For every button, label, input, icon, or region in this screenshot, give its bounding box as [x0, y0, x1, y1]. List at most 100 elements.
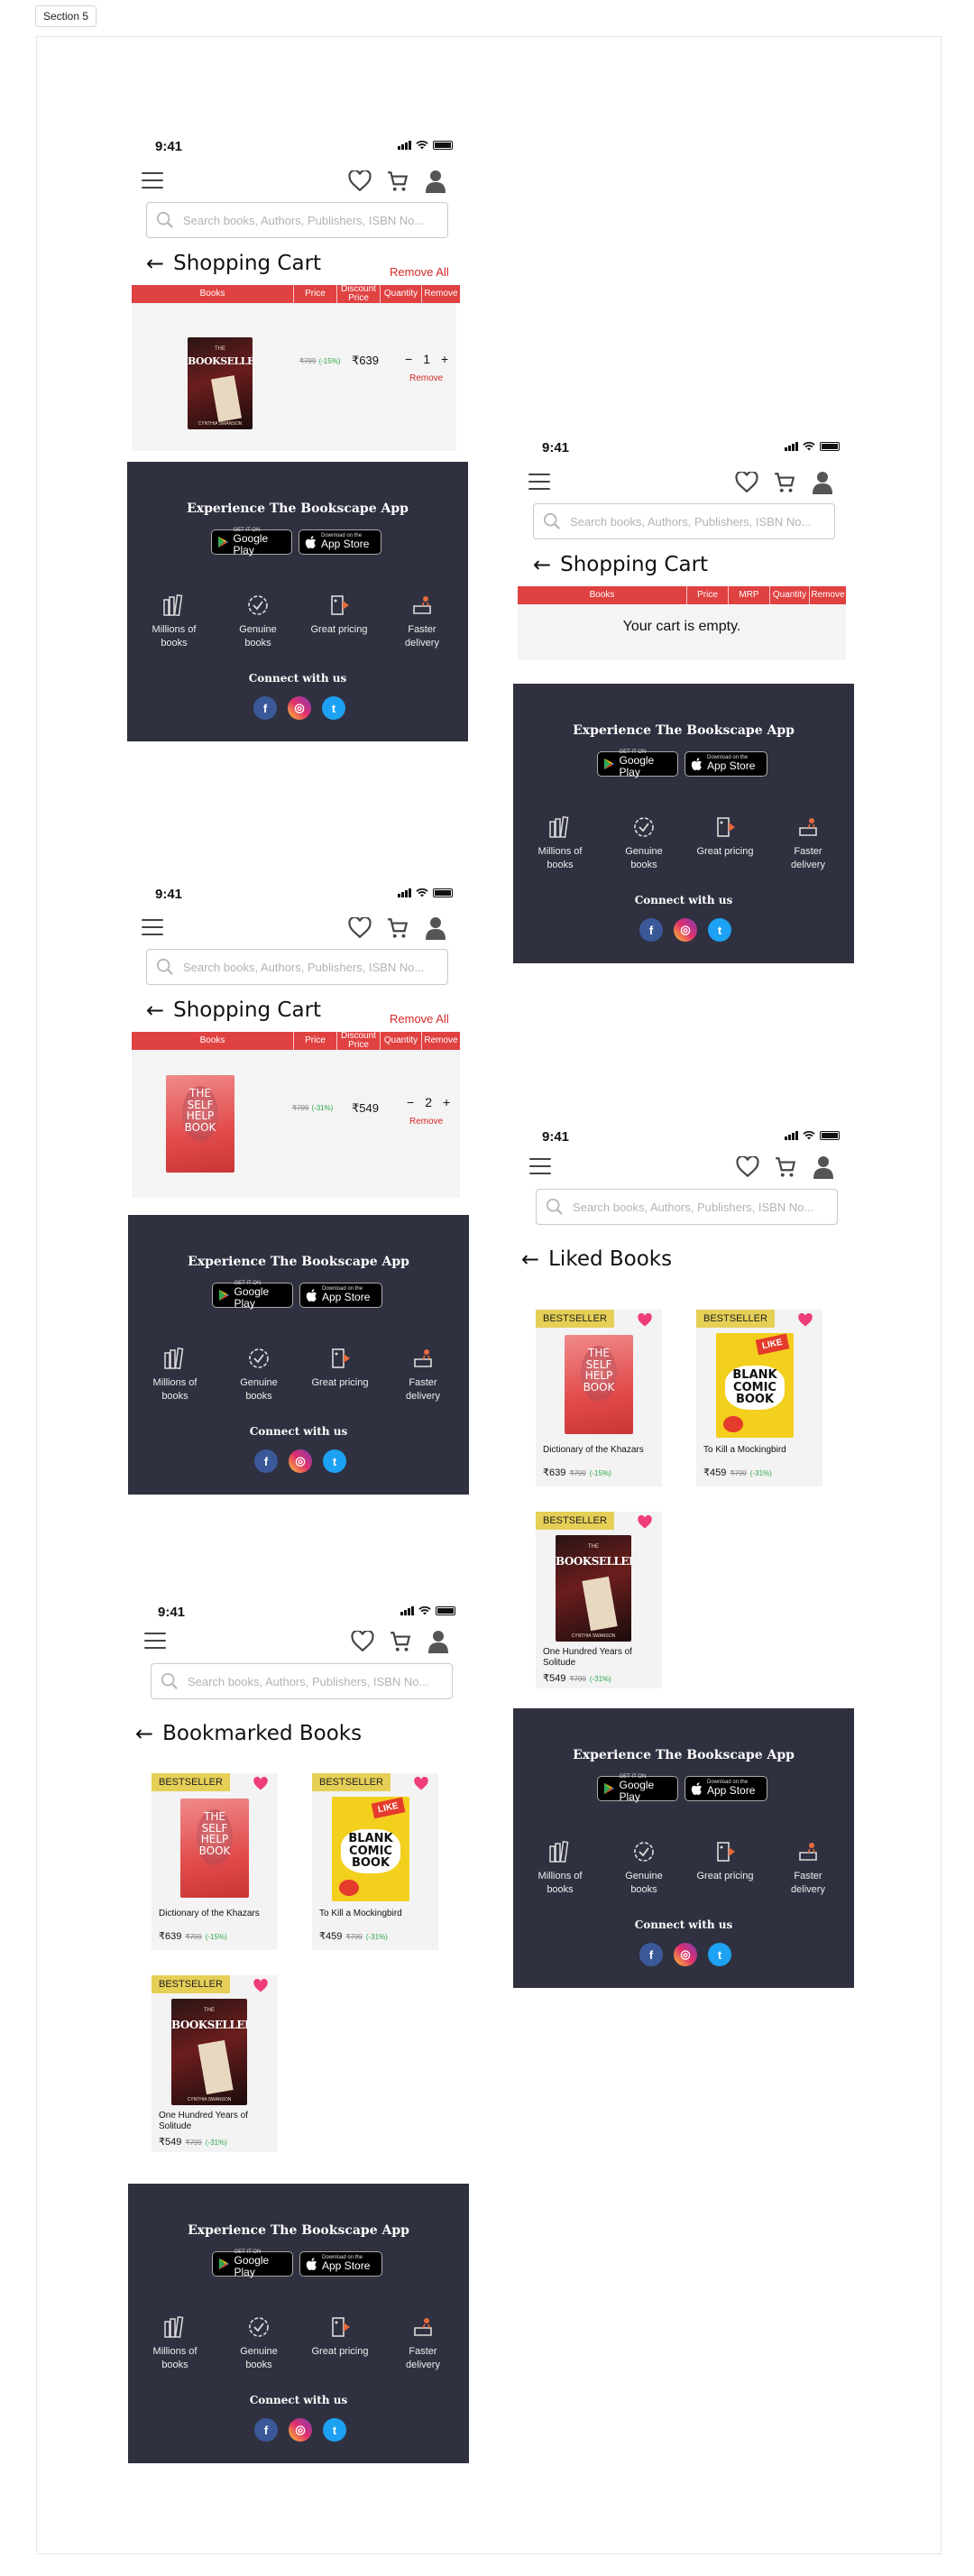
- facebook-icon[interactable]: f: [254, 1449, 278, 1473]
- google-play-button[interactable]: GET IT ON Google Play: [597, 1774, 678, 1803]
- instagram-icon[interactable]: ◎: [289, 2418, 312, 2442]
- facebook-icon[interactable]: f: [639, 918, 663, 942]
- google-play-button[interactable]: GET IT ON Google Play: [597, 750, 678, 778]
- search-bar[interactable]: [536, 1189, 838, 1225]
- back-arrow-icon[interactable]: ←: [135, 1721, 153, 1746]
- facebook-icon[interactable]: f: [639, 1943, 663, 1966]
- cart-icon[interactable]: [385, 915, 410, 941]
- feature-pricing: Great pricing: [308, 2314, 372, 2359]
- back-arrow-icon[interactable]: ←: [146, 251, 164, 276]
- search-bar[interactable]: [533, 503, 835, 539]
- heart-filled-icon[interactable]: [253, 1777, 269, 1791]
- back-arrow-icon[interactable]: ←: [146, 998, 164, 1023]
- twitter-icon[interactable]: t: [708, 1943, 731, 1966]
- search-bar[interactable]: [146, 202, 448, 238]
- remove-all-button[interactable]: Remove All: [390, 1012, 449, 1026]
- heart-icon[interactable]: [347, 915, 372, 941]
- heart-filled-icon[interactable]: [637, 1515, 653, 1530]
- book-card[interactable]: BESTSELLER THE BOOKSELLER CYNTHIA SWANSO…: [152, 1975, 278, 2152]
- app-store-button[interactable]: Download on the App Store: [685, 1776, 767, 1801]
- menu-icon[interactable]: [528, 474, 550, 490]
- search-input[interactable]: [569, 514, 834, 529]
- facebook-icon[interactable]: f: [254, 2418, 278, 2442]
- twitter-icon[interactable]: t: [323, 2418, 346, 2442]
- plus-button[interactable]: +: [443, 1095, 450, 1109]
- book-title[interactable]: To Kill a Mockingbird: [319, 1909, 433, 1919]
- search-icon: [546, 1198, 563, 1215]
- quantity-stepper[interactable]: − 1 +: [405, 352, 448, 366]
- twitter-icon[interactable]: t: [322, 696, 345, 720]
- menu-icon[interactable]: [144, 1633, 166, 1649]
- book-card[interactable]: BESTSELLER LIKE BLANK COMIC BOOK To Kill…: [312, 1773, 438, 1950]
- feature-delivery: Faster delivery: [391, 593, 454, 650]
- search-bar[interactable]: [146, 949, 448, 985]
- heart-filled-icon[interactable]: [637, 1313, 653, 1328]
- col-price: Price: [294, 1032, 337, 1050]
- social-links: f ◎ t: [254, 1449, 346, 1473]
- instagram-icon[interactable]: ◎: [674, 1943, 697, 1966]
- minus-button[interactable]: −: [405, 352, 412, 366]
- heart-icon[interactable]: [347, 169, 372, 194]
- heart-icon[interactable]: [350, 1629, 375, 1654]
- user-icon[interactable]: [811, 1155, 836, 1180]
- book-cover-selfhelp[interactable]: THE SELF HELP BOOK: [166, 1075, 234, 1173]
- heart-icon[interactable]: [735, 1155, 760, 1180]
- instagram-icon[interactable]: ◎: [288, 696, 311, 720]
- cart-icon[interactable]: [772, 470, 797, 495]
- back-arrow-icon[interactable]: ←: [521, 1247, 539, 1272]
- search-bar[interactable]: [151, 1663, 453, 1699]
- app-store-button[interactable]: Download on the App Store: [299, 2251, 382, 2277]
- book-card[interactable]: BESTSELLER LIKE BLANK COMIC BOOK To Kill…: [696, 1310, 822, 1486]
- search-input[interactable]: [182, 213, 447, 227]
- menu-icon[interactable]: [529, 1158, 551, 1174]
- book-title[interactable]: One Hundred Years of Solitude: [543, 1647, 657, 1669]
- quantity-stepper[interactable]: − 2 +: [407, 1095, 450, 1109]
- discount: (-31%): [365, 1933, 388, 1941]
- empty-cart-row: Your cart is empty.: [518, 604, 846, 660]
- app-store-button[interactable]: Download on the App Store: [299, 1283, 382, 1308]
- book-cover-bookseller[interactable]: THE BOOKSELLER CYNTHIA SWANSON: [188, 337, 253, 429]
- instagram-icon[interactable]: ◎: [674, 918, 697, 942]
- book-title[interactable]: To Kill a Mockingbird: [703, 1445, 817, 1456]
- app-store-button[interactable]: Download on the App Store: [299, 529, 381, 555]
- facebook-icon[interactable]: f: [253, 696, 277, 720]
- search-input[interactable]: [572, 1200, 837, 1214]
- heart-icon[interactable]: [734, 470, 759, 495]
- user-icon[interactable]: [810, 470, 835, 495]
- back-arrow-icon[interactable]: ←: [533, 552, 551, 577]
- cart-icon[interactable]: [388, 1629, 413, 1654]
- user-icon[interactable]: [426, 1629, 451, 1654]
- menu-icon[interactable]: [142, 172, 163, 189]
- heart-filled-icon[interactable]: [253, 1979, 269, 1993]
- user-icon[interactable]: [423, 915, 448, 941]
- search-input[interactable]: [187, 1674, 452, 1688]
- remove-all-button[interactable]: Remove All: [390, 265, 449, 279]
- minus-button[interactable]: −: [407, 1095, 414, 1109]
- book-title[interactable]: Dictionary of the Khazars: [159, 1909, 272, 1919]
- google-play-button[interactable]: GET IT ON Google Play: [211, 528, 292, 557]
- search-input[interactable]: [182, 960, 447, 974]
- remove-item-button[interactable]: Remove: [409, 1117, 443, 1127]
- cart-icon[interactable]: [385, 169, 410, 194]
- book-card[interactable]: BESTSELLER THE BOOKSELLER CYNTHIA SWANSO…: [536, 1512, 662, 1688]
- user-icon[interactable]: [423, 169, 448, 194]
- twitter-icon[interactable]: t: [323, 1449, 346, 1473]
- book-title[interactable]: One Hundred Years of Solitude: [159, 2111, 272, 2132]
- verified-badge-icon: [631, 814, 657, 840]
- instagram-icon[interactable]: ◎: [289, 1449, 312, 1473]
- google-play-button[interactable]: GET IT ON Google Play: [212, 2249, 293, 2278]
- battery-icon: [436, 1606, 455, 1615]
- cart-icon[interactable]: [773, 1155, 798, 1180]
- heart-filled-icon[interactable]: [413, 1777, 429, 1791]
- menu-icon[interactable]: [142, 919, 163, 935]
- book-card[interactable]: BESTSELLER THE SELF HELP BOOK Dictionary…: [536, 1310, 662, 1486]
- book-title[interactable]: Dictionary of the Khazars: [543, 1445, 657, 1456]
- remove-item-button[interactable]: Remove: [409, 373, 443, 383]
- cover-small-text: THE: [204, 2008, 215, 2013]
- google-play-button[interactable]: GET IT ON Google Play: [212, 1281, 293, 1310]
- book-card[interactable]: BESTSELLER THE SELF HELP BOOK Dictionary…: [152, 1773, 278, 1950]
- app-store-button[interactable]: Download on the App Store: [685, 751, 767, 777]
- twitter-icon[interactable]: t: [708, 918, 731, 942]
- plus-button[interactable]: +: [441, 352, 448, 366]
- heart-filled-icon[interactable]: [797, 1313, 813, 1328]
